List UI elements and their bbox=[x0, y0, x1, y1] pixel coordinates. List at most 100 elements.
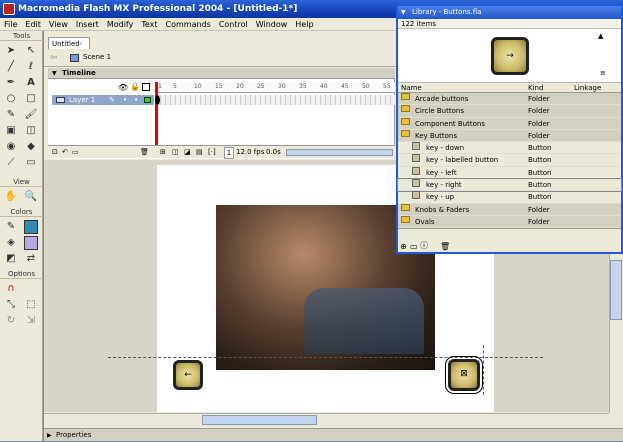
layer-lock-dot[interactable]: • bbox=[134, 95, 138, 105]
library-item[interactable]: Component Buttons Folder bbox=[398, 117, 621, 130]
library-item-name: Circle Buttons bbox=[415, 107, 464, 116]
lock-icon[interactable]: 🔒 bbox=[130, 82, 140, 91]
library-item-name: Ovals bbox=[415, 217, 435, 226]
modify-markers-icon[interactable]: [·] bbox=[208, 146, 216, 159]
swap-colors-icon[interactable]: ⇄ bbox=[24, 252, 38, 266]
library-item[interactable]: key - right Button bbox=[397, 178, 622, 193]
back-arrow-icon[interactable]: ⇦ bbox=[50, 53, 58, 63]
key-right-button-instance[interactable]: ⊠ bbox=[445, 356, 483, 394]
options-header: Options bbox=[0, 269, 43, 279]
key-left-button-instance[interactable]: ← bbox=[173, 360, 203, 390]
eyedropper-tool-icon[interactable]: ⟋ bbox=[4, 156, 18, 170]
menu-item-window[interactable]: Window bbox=[252, 18, 292, 31]
new-folder-icon[interactable]: ▭ bbox=[410, 242, 418, 251]
library-item[interactable]: Arcade buttons Folder bbox=[398, 93, 621, 106]
column-linkage[interactable]: Linkage bbox=[574, 83, 601, 93]
panel-menu-icon[interactable]: ≡ bbox=[600, 69, 606, 77]
fill-transform-tool-icon[interactable]: ◫ bbox=[24, 124, 38, 138]
fill-swatch[interactable] bbox=[24, 236, 38, 250]
lasso-tool-icon[interactable]: ℓ bbox=[24, 60, 38, 74]
library-item[interactable]: Ovals Folder bbox=[398, 215, 621, 229]
horizontal-scrollbar[interactable] bbox=[44, 413, 609, 427]
menu-item-insert[interactable]: Insert bbox=[72, 18, 103, 31]
expand-arrow-icon[interactable]: ▶ bbox=[47, 429, 52, 442]
new-symbol-icon[interactable]: ⊕ bbox=[400, 242, 407, 251]
layer-color-swatch[interactable] bbox=[144, 97, 151, 103]
delete-icon[interactable]: 🗑 bbox=[440, 242, 450, 251]
subselect-tool-icon[interactable]: ↖ bbox=[24, 44, 38, 58]
default-colors-icon[interactable]: ◩ bbox=[4, 252, 18, 266]
library-item[interactable]: key - down Button bbox=[398, 142, 621, 155]
arrow-right-preview-icon: → bbox=[506, 51, 514, 61]
frame-rate[interactable]: 12.0 fps bbox=[236, 146, 264, 159]
vertical-scroll-thumb[interactable] bbox=[610, 260, 622, 320]
onion-skin-icon[interactable]: ◫ bbox=[172, 146, 179, 159]
library-item[interactable]: Key Buttons Folder bbox=[398, 129, 621, 143]
library-item[interactable]: key - left Button bbox=[398, 166, 621, 180]
eraser-tool-icon[interactable]: ▭ bbox=[24, 156, 38, 170]
timeline-header[interactable]: ▼ Timeline bbox=[48, 68, 395, 79]
straighten-option-icon[interactable]: ⬚ bbox=[24, 298, 38, 312]
scale-option-icon[interactable]: ⇲ bbox=[24, 314, 38, 328]
text-tool-icon[interactable]: A bbox=[24, 76, 38, 90]
edit-frames-icon[interactable]: ▤ bbox=[196, 146, 203, 159]
document-tab[interactable]: Untitled-1* bbox=[48, 37, 90, 60]
free-transform-tool-icon[interactable]: ▣ bbox=[4, 124, 18, 138]
menu-item-commands[interactable]: Commands bbox=[162, 18, 215, 31]
library-item[interactable]: Circle Buttons Folder bbox=[398, 105, 621, 118]
center-frame-icon[interactable]: ⊞ bbox=[160, 146, 166, 159]
ink-bottle-tool-icon[interactable]: ◉ bbox=[4, 140, 18, 154]
timeline-scrollbar[interactable] bbox=[286, 149, 393, 156]
hand-tool-icon[interactable]: ✋ bbox=[4, 190, 18, 204]
menu-item-edit[interactable]: Edit bbox=[21, 18, 45, 31]
horizontal-scroll-thumb[interactable] bbox=[202, 415, 317, 425]
library-item-kind: Folder bbox=[528, 205, 550, 214]
brush-tool-icon[interactable]: 🖌 bbox=[24, 108, 38, 122]
pencil-tool-icon[interactable]: ✎ bbox=[4, 108, 18, 122]
add-layer-icon[interactable]: ⊡ bbox=[52, 146, 58, 159]
column-kind[interactable]: Kind bbox=[528, 83, 543, 93]
properties-bar[interactable]: ▶ Properties bbox=[44, 428, 623, 441]
library-column-header: Name Kind Linkage bbox=[398, 83, 621, 93]
library-item[interactable]: key - labelled button Button bbox=[398, 154, 621, 167]
trash-icon[interactable]: 🗑 bbox=[140, 146, 149, 159]
column-name[interactable]: Name bbox=[401, 83, 422, 93]
menu-item-modify[interactable]: Modify bbox=[103, 18, 138, 31]
add-guide-icon[interactable]: ↶ bbox=[62, 146, 68, 159]
library-item[interactable]: key - up Button bbox=[398, 191, 621, 204]
fill-color-icon[interactable]: ◈ bbox=[4, 236, 18, 250]
line-tool-icon[interactable]: ╱ bbox=[4, 60, 18, 74]
stroke-swatch[interactable] bbox=[24, 220, 38, 234]
menu-item-control[interactable]: Control bbox=[215, 18, 252, 31]
eye-icon[interactable]: 👁 bbox=[118, 83, 128, 92]
paint-bucket-tool-icon[interactable]: ◆ bbox=[24, 140, 38, 154]
menu-item-help[interactable]: Help bbox=[291, 18, 317, 31]
scene-label[interactable]: Scene 1 bbox=[83, 53, 111, 61]
outline-icon[interactable] bbox=[142, 83, 150, 91]
arrow-tool-icon[interactable]: ➤ bbox=[4, 44, 18, 58]
zoom-tool-icon[interactable]: 🔍 bbox=[24, 190, 38, 204]
collapse-arrow-icon[interactable]: ▼ bbox=[52, 68, 57, 79]
frame-strip[interactable] bbox=[156, 95, 395, 105]
rectangle-tool-icon[interactable]: □ bbox=[24, 92, 38, 106]
layer-visible-dot[interactable]: • bbox=[123, 95, 127, 105]
stroke-color-icon[interactable]: ✎ bbox=[4, 220, 18, 234]
playhead[interactable] bbox=[155, 82, 158, 147]
snap-magnet-icon[interactable]: ∩ bbox=[4, 282, 18, 296]
library-footer: ⊕ ▭ ⓘ 🗑 bbox=[398, 228, 621, 251]
smooth-option-icon[interactable]: ⤡ bbox=[4, 298, 18, 312]
library-item[interactable]: Knobs & Faders Folder bbox=[398, 203, 621, 216]
folder-icon bbox=[401, 105, 410, 113]
menu-item-file[interactable]: File bbox=[0, 18, 21, 31]
onion-outline-icon[interactable]: ◪ bbox=[184, 146, 191, 159]
rotate-option-icon[interactable]: ↻ bbox=[4, 314, 18, 328]
oval-tool-icon[interactable]: ○ bbox=[4, 92, 18, 106]
layer-row[interactable]: Layer 1 ✎ • • bbox=[52, 95, 154, 105]
menu-item-text[interactable]: Text bbox=[137, 18, 161, 31]
properties-icon[interactable]: ⓘ bbox=[420, 240, 428, 251]
library-title-bar[interactable]: Library - Buttons.fla bbox=[398, 6, 621, 19]
play-icon[interactable]: ▲ bbox=[598, 32, 603, 40]
pen-tool-icon[interactable]: ✒ bbox=[4, 76, 18, 90]
menu-item-view[interactable]: View bbox=[45, 18, 72, 31]
add-folder-icon[interactable]: ▭ bbox=[72, 146, 79, 159]
